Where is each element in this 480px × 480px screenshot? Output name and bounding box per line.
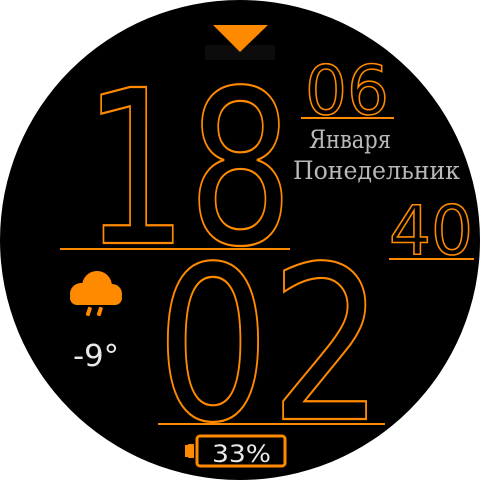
date-weekday: Понедельник xyxy=(293,156,460,185)
battery-level: 33% xyxy=(212,440,271,468)
temperature: -9° xyxy=(73,339,119,374)
minute-digits: 02 xyxy=(156,221,384,470)
watch-face-canvas: 18 02 06 Января Понедельник 40 -9° 33% xyxy=(60,25,474,471)
date-month: Января xyxy=(309,125,391,154)
date-day: 06 xyxy=(305,52,389,131)
watch-face: 18 02 06 Января Понедельник 40 -9° 33% xyxy=(0,0,480,480)
